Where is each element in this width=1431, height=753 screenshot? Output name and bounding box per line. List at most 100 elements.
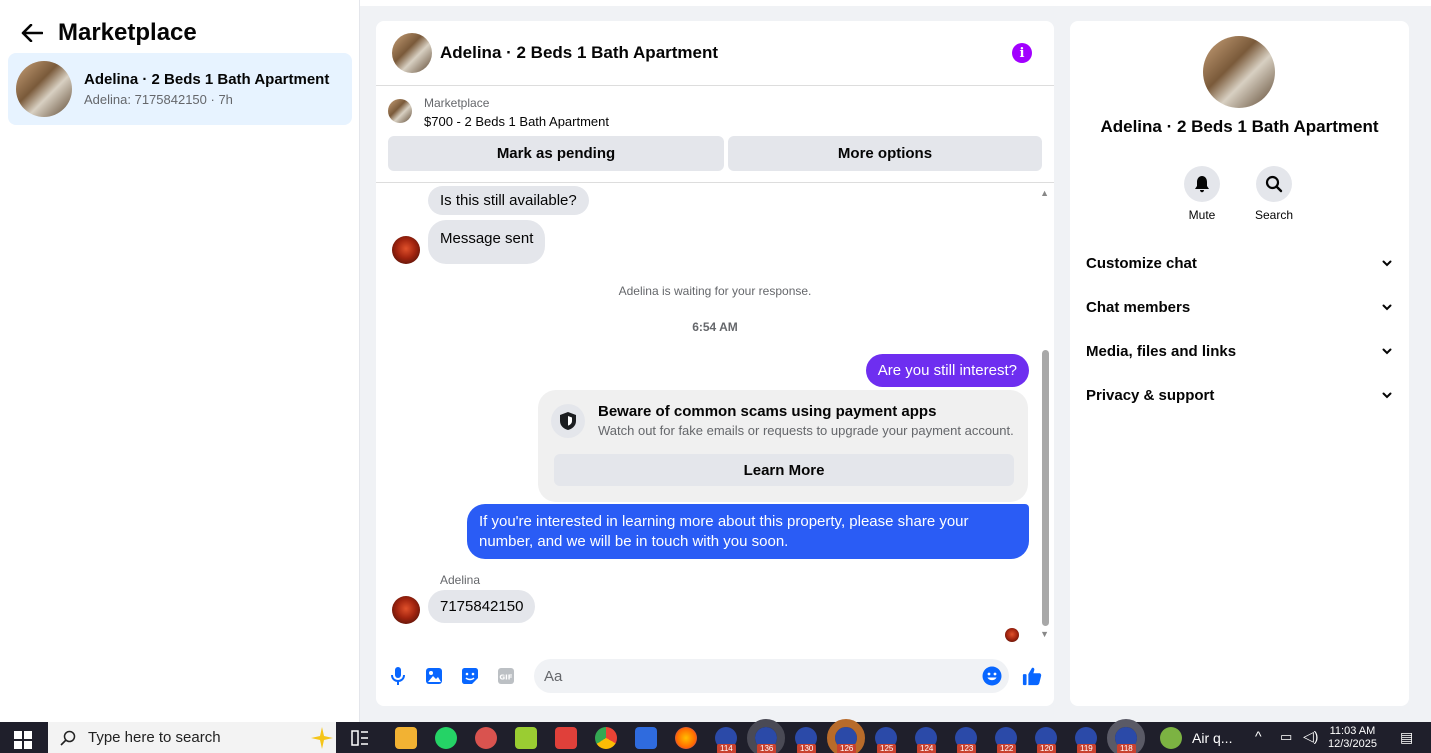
notification-icon[interactable]: ▤ [1400,729,1413,746]
profile-name: Adelina · 2 Beds 1 Bath Apartment [1100,117,1379,136]
chevron-down-icon [1382,304,1392,311]
window-count-badge: 118 [1117,744,1136,753]
scrollbar-thumb[interactable] [1042,350,1049,626]
mute-label: Mute [1188,208,1216,222]
weather-text[interactable]: Air q... [1192,730,1232,746]
search-label: Search [1254,208,1294,222]
taskbar-clock[interactable]: 11:03 AM 12/3/2025 [1328,725,1377,751]
sender-avatar[interactable] [392,236,420,264]
profile-avatar[interactable] [1203,36,1275,108]
sender-avatar[interactable] [392,596,420,624]
window-count-badge: 126 [837,744,857,753]
task-view-icon[interactable] [349,727,371,749]
info-icon[interactable]: i [1012,43,1032,63]
window-count-badge: 125 [877,744,897,753]
volume-icon[interactable]: ◁) [1303,728,1318,745]
shield-browser-icon[interactable] [635,727,657,749]
message-timestamp: 6:54 AM [692,320,738,334]
windows-start-icon[interactable] [14,731,32,749]
thumbs-up-icon[interactable] [1022,666,1042,686]
notes-icon[interactable] [515,727,537,749]
marketplace-sidebar: Marketplace Adelina · 2 Beds 1 Bath Apar… [0,0,360,722]
scam-warning-subtitle: Watch out for fake emails or requests to… [598,423,1014,438]
message-list[interactable]: ▲ ▼ Is this still available? Message sen… [376,184,1054,647]
window-count-badge: 124 [917,744,937,753]
photo-icon[interactable] [424,666,444,686]
search-icon [60,730,76,746]
clock-date: 12/3/2025 [1328,738,1377,750]
conversation-title: Adelina · 2 Beds 1 Bath Apartment [84,71,330,88]
sticker-icon[interactable] [460,666,480,686]
file-explorer-icon[interactable] [395,727,417,749]
gif-icon[interactable]: GIF [496,666,516,686]
bell-icon [1184,166,1220,202]
chrome-icon[interactable] [595,727,617,749]
weather-icon[interactable] [1160,727,1182,749]
scroll-down-arrow-icon[interactable]: ▼ [1040,629,1049,639]
conversation-snippet: Adelina: 7175842150 · 7h [84,92,233,107]
chat-info-panel: Adelina · 2 Beds 1 Bath Apartment Mute S… [1070,21,1409,706]
network-icon[interactable]: ▭ [1280,729,1292,745]
chat-header-title[interactable]: Adelina · 2 Beds 1 Bath Apartment [440,43,718,63]
anydesk-icon[interactable] [555,727,577,749]
read-receipt-avatar [1005,628,1019,642]
search-icon [1256,166,1292,202]
more-options-button[interactable]: More options [728,136,1042,171]
chat-window: Adelina · 2 Beds 1 Bath Apartment i Mark… [376,21,1054,706]
message-input[interactable] [534,659,1009,693]
section-customize-chat[interactable]: Customize chat [1086,245,1393,281]
window-count-badge: 114 [717,744,736,753]
window-count-badge: 119 [1077,744,1096,753]
clock-time: 11:03 AM [1329,725,1376,737]
conversation-item[interactable]: Adelina · 2 Beds 1 Bath Apartment Adelin… [8,53,352,125]
back-arrow-icon[interactable] [20,21,44,45]
window-count-badge: 120 [1037,744,1057,753]
window-count-badge: 136 [757,744,777,753]
message-bubble-incoming: Message sent [428,220,546,264]
window-count-badge: 130 [797,744,817,753]
scam-warning-card: Beware of common scams using payment app… [538,390,1028,502]
windows-taskbar: Type here to search 114 136 130 126 125 … [0,719,1431,753]
sidebar-title: Marketplace [58,19,197,46]
section-label: Chat members [1086,298,1191,316]
whatsapp-icon[interactable] [435,727,457,749]
top-strip [360,0,1431,6]
sidebar-header: Marketplace [0,8,359,58]
firefox-icon[interactable] [675,727,697,749]
conversation-avatar [16,61,72,117]
app-icon[interactable] [475,727,497,749]
taskbar-search-box[interactable]: Type here to search [48,722,336,753]
listing-price-title[interactable]: $700 - 2 Beds 1 Bath Apartment [424,114,609,129]
chevron-down-icon [1382,260,1392,267]
message-bubble-outgoing: Are you still interest? [865,354,1029,387]
chat-header-avatar[interactable] [392,33,432,73]
section-media-files-links[interactable]: Media, files and links [1086,333,1393,369]
taskbar-search-placeholder: Type here to search [88,729,221,746]
listing-bar: Marketplace $700 - 2 Beds 1 Bath Apartme… [376,86,1054,183]
chevron-down-icon [1382,348,1392,355]
section-label: Media, files and links [1086,342,1237,360]
section-chat-members[interactable]: Chat members [1086,289,1393,325]
message-bubble-incoming: Is this still available? [428,186,589,215]
svg-text:GIF: GIF [499,674,512,682]
sparkle-icon [311,727,333,749]
chevron-down-icon [1382,392,1392,399]
window-count-badge: 123 [957,744,977,753]
chat-header: Adelina · 2 Beds 1 Bath Apartment i [376,21,1054,86]
listing-label: Marketplace [424,96,490,110]
shield-icon [551,404,585,438]
search-button[interactable]: Search [1244,166,1304,222]
message-bubble-incoming: 7175842150 [428,590,536,623]
learn-more-button[interactable]: Learn More [554,454,1014,486]
message-bubble-outgoing: If you're interested in learning more ab… [467,504,1029,559]
mute-button[interactable]: Mute [1172,166,1232,222]
scroll-up-arrow-icon[interactable]: ▲ [1040,188,1049,198]
section-privacy-support[interactable]: Privacy & support [1086,377,1393,413]
listing-thumbnail[interactable] [388,99,412,123]
microphone-icon[interactable] [388,666,408,686]
emoji-icon[interactable] [982,666,1002,686]
section-label: Customize chat [1086,254,1197,272]
scam-warning-title: Beware of common scams using payment app… [598,403,937,420]
chevron-up-icon[interactable]: ^ [1255,728,1262,744]
mark-as-pending-button[interactable]: Mark as pending [388,136,724,171]
